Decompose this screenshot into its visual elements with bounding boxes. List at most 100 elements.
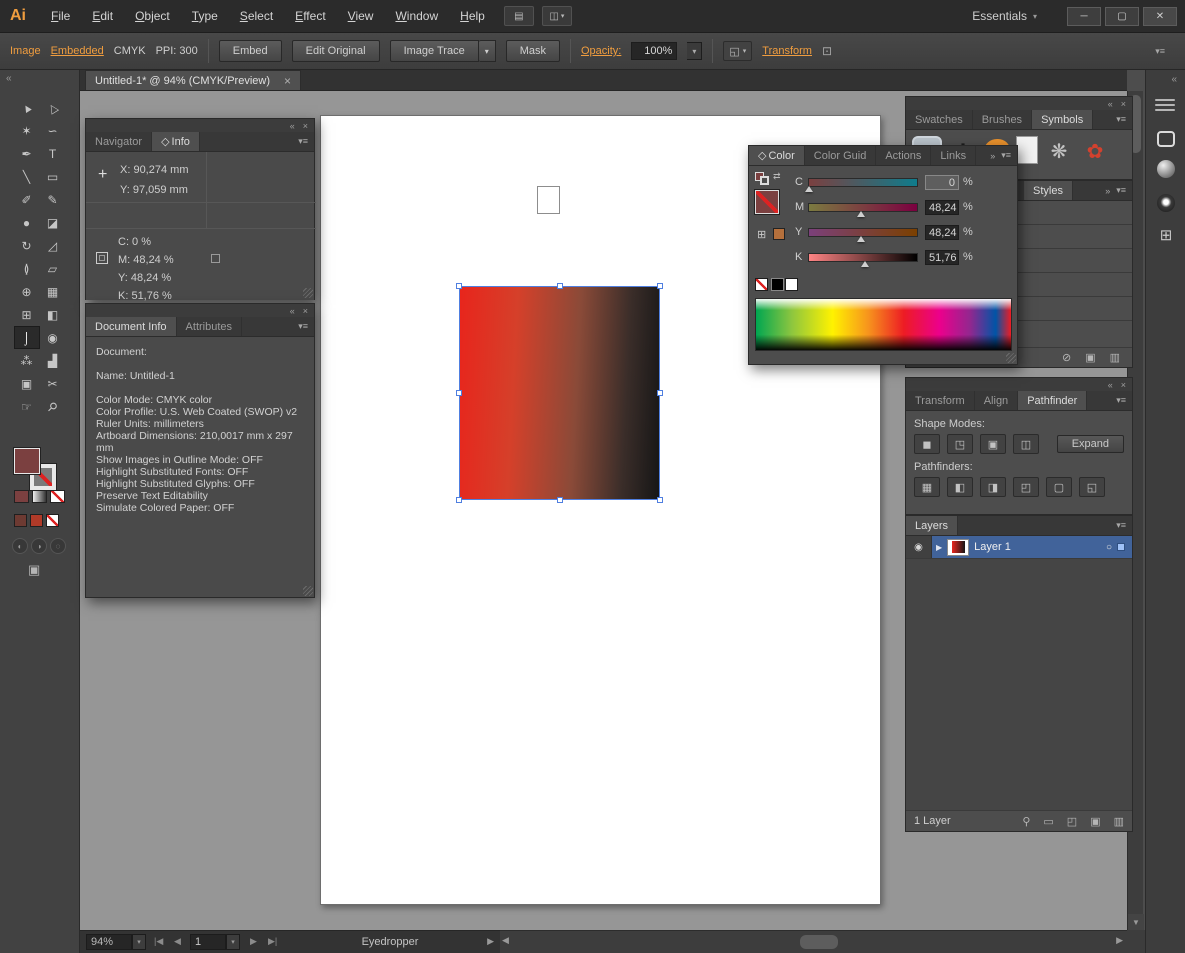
selection-handle[interactable] xyxy=(456,390,462,396)
cyan-slider[interactable] xyxy=(808,178,918,187)
rotate-tool[interactable]: ↻ xyxy=(14,234,40,257)
collapse-icon[interactable]: « xyxy=(290,306,295,316)
panel-flyout-icon[interactable]: ▾≡ xyxy=(1001,150,1011,161)
tab-transform[interactable]: Transform xyxy=(906,391,975,410)
previous-artboard-button[interactable]: ◀ xyxy=(174,936,181,947)
minus-back-button[interactable]: ◱ xyxy=(1079,477,1105,497)
close-icon[interactable]: × xyxy=(1121,380,1126,390)
panel-flyout-icon[interactable]: ▾≡ xyxy=(1110,110,1132,129)
artboard-number-field[interactable]: 1 xyxy=(190,934,226,950)
new-style-icon[interactable]: ▣ xyxy=(1085,351,1095,364)
zoom-dropdown[interactable]: ▾ xyxy=(132,934,146,950)
slider-pointer[interactable] xyxy=(857,211,865,217)
last-artboard-button[interactable]: ▶| xyxy=(268,936,277,947)
expand-button[interactable]: Expand xyxy=(1057,435,1124,453)
tab-actions[interactable]: Actions xyxy=(876,146,931,165)
tab-layers[interactable]: Layers xyxy=(906,516,958,535)
paintbrush-tool[interactable]: ✐ xyxy=(14,188,40,211)
scroll-left-icon[interactable]: ◀ xyxy=(502,935,509,946)
magenta-slider[interactable] xyxy=(808,203,918,212)
none-button[interactable] xyxy=(50,490,65,503)
tab-color[interactable]: ◇Color xyxy=(749,146,805,165)
artboard-dropdown[interactable]: ▾ xyxy=(226,934,240,950)
collapse-icon[interactable]: « xyxy=(290,121,295,131)
perspective-grid-tool[interactable]: ▦ xyxy=(40,280,66,303)
opacity-field[interactable]: 100% xyxy=(631,42,677,60)
close-window-button[interactable]: ✕ xyxy=(1143,7,1177,26)
layer-row[interactable]: ◉ ▶ Layer 1 ○ xyxy=(906,536,1132,559)
gradient-tool[interactable]: ◧ xyxy=(40,303,66,326)
panel-flyout-icon[interactable]: ▾≡ xyxy=(1110,516,1132,535)
tab-links[interactable]: Links xyxy=(931,146,976,165)
tab-symbols[interactable]: Symbols xyxy=(1032,110,1093,129)
opacity-label[interactable]: Opacity: xyxy=(581,45,621,57)
eraser-tool[interactable]: ◪ xyxy=(40,211,66,234)
collapse-icon[interactable]: « xyxy=(1108,99,1113,109)
merge-button[interactable]: ◨ xyxy=(980,477,1006,497)
tab-info[interactable]: ◇Info xyxy=(152,132,200,151)
new-sublayer-icon[interactable]: ◰ xyxy=(1067,815,1077,828)
panel-flyout-icon[interactable]: ▾≡ xyxy=(1110,391,1132,410)
line-segment-tool[interactable]: ╲ xyxy=(14,165,40,188)
color-button[interactable] xyxy=(14,490,29,503)
embedded-link[interactable]: Embedded xyxy=(51,45,104,57)
swatch-dark-brown[interactable] xyxy=(14,514,27,527)
layer-thumbnail[interactable] xyxy=(947,539,969,556)
intersect-button[interactable]: ▣ xyxy=(980,434,1006,454)
gradient-button[interactable] xyxy=(32,490,47,503)
zoom-level-field[interactable]: 94% xyxy=(86,934,132,950)
selection-handle[interactable] xyxy=(657,390,663,396)
collapse-right-icon[interactable]: » xyxy=(1105,186,1110,196)
expand-panels-icon[interactable]: « xyxy=(1171,74,1177,85)
lasso-tool[interactable]: ∽ xyxy=(40,119,66,142)
expand-layer-icon[interactable]: ▶ xyxy=(936,543,942,552)
artboard-tool[interactable]: ▣ xyxy=(14,372,40,395)
transform-link[interactable]: Transform xyxy=(762,45,812,57)
selection-handle[interactable] xyxy=(657,497,663,503)
close-icon[interactable]: × xyxy=(303,306,308,316)
unite-button[interactable]: ◼ xyxy=(914,434,940,454)
tab-document-info[interactable]: Document Info xyxy=(86,317,177,336)
document-tab[interactable]: Untitled-1* @ 94% (CMYK/Preview) × xyxy=(85,70,301,90)
gradient-panel-icon[interactable] xyxy=(1153,190,1179,216)
scale-tool[interactable]: ◿ xyxy=(40,234,66,257)
panel-flyout-icon[interactable]: ▾≡ xyxy=(292,132,314,151)
selection-tool[interactable]: ▲ xyxy=(14,96,40,119)
column-graph-tool[interactable]: ▟ xyxy=(40,349,66,372)
tab-swatches[interactable]: Swatches xyxy=(906,110,973,129)
magic-wand-tool[interactable]: ✶ xyxy=(14,119,40,142)
menu-file[interactable]: File xyxy=(40,0,81,33)
tab-graphic-styles[interactable]: Styles xyxy=(1024,181,1073,200)
layer-name[interactable]: Layer 1 xyxy=(974,541,1011,553)
symbol-sprayer-tool[interactable]: ⁂ xyxy=(14,349,40,372)
app-logo[interactable]: Ai xyxy=(0,7,40,25)
collapse-icon[interactable]: « xyxy=(1108,380,1113,390)
tab-close-icon[interactable]: × xyxy=(284,74,291,88)
direct-selection-tool[interactable]: △ xyxy=(40,96,66,119)
tab-attributes[interactable]: Attributes xyxy=(177,317,242,336)
controlbar-menu-icon[interactable]: ▾≡ xyxy=(1155,46,1165,57)
scroll-right-icon[interactable]: ▶ xyxy=(1116,935,1123,946)
exclude-button[interactable]: ◫ xyxy=(1013,434,1039,454)
menu-window[interactable]: Window xyxy=(384,0,449,33)
shape-builder-tool[interactable]: ⊕ xyxy=(14,280,40,303)
pencil-tool[interactable]: ✎ xyxy=(40,188,66,211)
menu-view[interactable]: View xyxy=(337,0,385,33)
mesh-tool[interactable]: ⊞ xyxy=(14,303,40,326)
screen-mode-button[interactable]: ▣ xyxy=(28,562,40,578)
make-clipping-mask-icon[interactable]: ▭ xyxy=(1043,815,1053,828)
menu-help[interactable]: Help xyxy=(449,0,496,33)
fill-stroke-toggle-icon[interactable] xyxy=(755,172,771,186)
slider-pointer[interactable] xyxy=(857,236,865,242)
tab-align[interactable]: Align xyxy=(975,391,1018,410)
delete-layer-icon[interactable]: ▥ xyxy=(1114,815,1124,828)
tab-navigator[interactable]: Navigator xyxy=(86,132,152,151)
color-spectrum-bar[interactable] xyxy=(755,298,1012,351)
none-swatch[interactable] xyxy=(755,278,768,291)
isolate-icon[interactable]: ⊡ xyxy=(822,44,832,58)
horizontal-scrollbar-thumb[interactable] xyxy=(800,935,838,949)
resize-grip[interactable] xyxy=(1006,353,1016,363)
symbols-panel-icon[interactable]: ⊞ xyxy=(1153,222,1179,248)
trim-button[interactable]: ◧ xyxy=(947,477,973,497)
zoom-tool[interactable]: ⚲ xyxy=(40,395,66,418)
